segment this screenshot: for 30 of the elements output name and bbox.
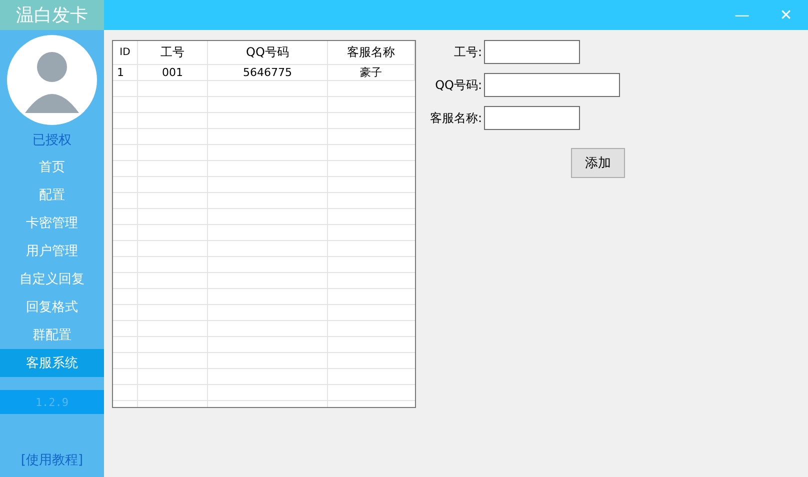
table-cell: 豪子 — [328, 65, 415, 81]
table-cell: 5646775 — [208, 65, 328, 81]
input-field[interactable] — [484, 106, 580, 130]
input-field[interactable] — [484, 73, 620, 97]
column-header[interactable]: 客服名称 — [328, 41, 415, 65]
column-header[interactable]: 工号 — [138, 41, 208, 65]
close-button[interactable]: ✕ — [764, 0, 808, 30]
table-cell: 001 — [138, 65, 208, 81]
add-button[interactable]: 添加 — [571, 148, 625, 178]
version-label: 1.2.9 — [0, 390, 104, 414]
tutorial-link[interactable]: [使用教程] — [20, 451, 84, 469]
field-label: QQ号码: — [434, 76, 482, 94]
nav-item[interactable]: 客服系统 — [0, 349, 104, 377]
nav-item[interactable]: 卡密管理 — [0, 209, 104, 237]
license-status: 已授权 — [32, 132, 72, 149]
avatar-icon — [7, 35, 97, 125]
column-header[interactable]: ID — [113, 41, 138, 65]
nav-item[interactable]: 自定义回复 — [0, 265, 104, 293]
field-label: 客服名称: — [428, 110, 482, 126]
column-header[interactable]: QQ号码 — [208, 41, 328, 65]
nav-item[interactable]: 群配置 — [0, 321, 104, 349]
minimize-button[interactable]: — — [720, 0, 764, 30]
nav-item[interactable]: 配置 — [0, 181, 104, 209]
nav-item[interactable]: 回复格式 — [0, 293, 104, 321]
table-cell: 1 — [113, 65, 138, 81]
input-field[interactable] — [484, 40, 580, 64]
nav-item[interactable]: 首页 — [0, 153, 104, 181]
field-label: 工号: — [452, 44, 482, 60]
nav-item[interactable]: 用户管理 — [0, 237, 104, 265]
app-title: 温白发卡 — [0, 0, 104, 30]
